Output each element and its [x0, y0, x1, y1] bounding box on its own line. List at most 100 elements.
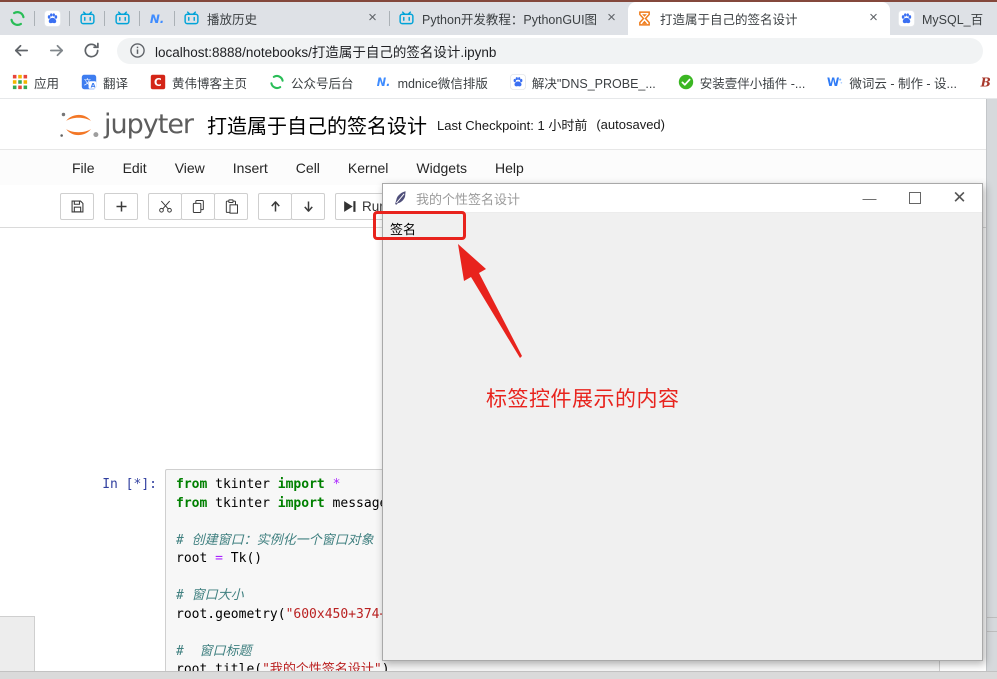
save-icon	[70, 199, 85, 214]
minimize-icon[interactable]: —	[847, 184, 892, 212]
code-token	[325, 477, 333, 492]
code-token: from	[176, 496, 207, 511]
jupyter-menubar: FileEditViewInsertCellKernelWidgetsHelp	[0, 149, 997, 185]
bilibili-tv-icon	[398, 10, 415, 27]
scrollbar-tick	[987, 617, 997, 618]
add-cell-button[interactable]	[104, 193, 138, 220]
forward-icon[interactable]	[47, 41, 66, 60]
code-token: # 窗口大小	[176, 588, 244, 603]
browser-tab[interactable]: MySQL_百	[890, 2, 997, 35]
jupyter-wordmark: jupyter	[104, 109, 193, 140]
svg-text:N.: N.	[149, 12, 163, 26]
code-token: import	[278, 496, 325, 511]
menu-file[interactable]: File	[58, 150, 109, 186]
menu-cell[interactable]: Cell	[282, 150, 334, 186]
code-token: import	[278, 477, 325, 492]
tab-title: MySQL_百	[922, 9, 989, 28]
annotation-arrow	[435, 235, 530, 365]
menu-view[interactable]: View	[161, 150, 219, 186]
browser-tab[interactable]: N.	[140, 2, 174, 35]
move-cell-down-button[interactable]	[291, 193, 325, 220]
browser-tab[interactable]	[35, 2, 69, 35]
menu-edit[interactable]: Edit	[109, 150, 161, 186]
tab-title: 打造属于自己的签名设计	[660, 9, 858, 28]
browser-tab-bar: N.播放历史×Python开发教程：PythonGUI图×打造属于自己的签名设计…	[0, 2, 997, 35]
run-icon	[342, 199, 357, 214]
browser-tab[interactable]: 播放历史×	[175, 2, 389, 35]
code-token: root.geometry(	[176, 607, 286, 622]
move-up-icon	[268, 199, 283, 214]
menu-help[interactable]: Help	[481, 150, 538, 186]
code-token: =	[215, 551, 223, 566]
copy-cell-button[interactable]	[181, 193, 215, 220]
toolbar-group	[104, 193, 138, 220]
add-cell-icon	[114, 199, 129, 214]
notebook-title[interactable]: 打造属于自己的签名设计	[207, 110, 427, 139]
save-button[interactable]	[60, 193, 94, 220]
move-cell-up-button[interactable]	[258, 193, 292, 220]
back-icon[interactable]	[12, 41, 31, 60]
tab-title: Python开发教程：PythonGUI图	[422, 9, 596, 28]
jupyter-logo[interactable]: jupyter	[58, 109, 193, 140]
browser-tab-active[interactable]: 打造属于自己的签名设计 ×	[628, 2, 890, 35]
scrollbar-tick	[987, 631, 997, 632]
page-info-icon[interactable]	[129, 42, 146, 59]
bookmark-label: 翻译	[103, 73, 128, 92]
bookmark-item[interactable]: 文A 翻译	[81, 73, 128, 92]
bookmark-label: 微词云 - 制作 - 设...	[849, 73, 957, 92]
translate-icon: 文A	[81, 74, 97, 90]
code-token: "600x450+374+	[286, 607, 388, 622]
svg-text:C: C	[154, 77, 162, 89]
browser-tab[interactable]	[105, 2, 139, 35]
bookmark-label: 应用	[34, 73, 59, 92]
bookmark-item[interactable]: 公众号后台	[269, 73, 354, 92]
autosaved-text: (autosaved)	[596, 117, 665, 132]
svg-text:A: A	[91, 81, 96, 89]
tkinter-window-controls: — ✕	[847, 184, 982, 212]
bookmark-item[interactable]: 安装壹伴小插件 -...	[678, 73, 806, 92]
apps-grid-icon	[12, 74, 28, 90]
browser-tab[interactable]	[0, 2, 34, 35]
tab-close-icon[interactable]: ×	[364, 10, 381, 27]
baidu-paw-icon	[898, 10, 915, 27]
jupyter-header: jupyter 打造属于自己的签名设计 Last Checkpoint: 1 小…	[0, 100, 997, 149]
browser-tab[interactable]: Python开发教程：PythonGUI图 ×	[390, 2, 628, 35]
bookmark-item[interactable]: C 黄伟博客主页	[150, 73, 247, 92]
reload-icon[interactable]	[82, 41, 101, 60]
browser-tab[interactable]	[70, 2, 104, 35]
menu-widgets[interactable]: Widgets	[402, 150, 481, 186]
bookmark-item[interactable]: 应用	[12, 73, 59, 92]
tab-divider	[139, 11, 140, 26]
bookmark-label: 安装壹伴小插件 -...	[700, 73, 806, 92]
tab-divider	[174, 11, 175, 26]
tab-divider	[34, 11, 35, 26]
baidu-paw-icon	[510, 74, 526, 90]
tk-feather-icon	[392, 190, 409, 207]
screen: N.播放历史×Python开发教程：PythonGUI图×打造属于自己的签名设计…	[0, 0, 997, 679]
green-check-icon	[678, 74, 694, 90]
maximize-icon[interactable]	[892, 184, 937, 212]
paste-cell-button[interactable]	[214, 193, 248, 220]
hourglass-icon	[636, 10, 653, 27]
bookmark-item[interactable]: 解决"DNS_PROBE_...	[510, 73, 656, 92]
svg-text:W: W	[827, 76, 839, 89]
cut-cell-button[interactable]	[148, 193, 182, 220]
bilibili-tv-icon	[114, 10, 131, 27]
tab-close-icon[interactable]: ×	[603, 10, 620, 27]
close-icon[interactable]: ✕	[937, 184, 982, 212]
url-field[interactable]: localhost:8888/notebooks/打造属于自己的签名设计.ipy…	[117, 38, 983, 64]
tab-close-icon[interactable]: ×	[865, 10, 882, 27]
bookmark-item[interactable]: N.mdnice微信排版	[376, 73, 488, 92]
menu-insert[interactable]: Insert	[219, 150, 282, 186]
menu-kernel[interactable]: Kernel	[334, 150, 402, 186]
copy-icon	[191, 199, 206, 214]
bookmark-label: mdnice微信排版	[398, 73, 488, 92]
bookmark-label: 黄伟博客主页	[172, 73, 247, 92]
toolbar-group	[258, 193, 325, 220]
bookmarks-bar: 应用 文A 翻译 C 黄伟博客主页 公众号后台 N.mdnice微信排版 解决"DNS_PRO…	[0, 66, 997, 99]
bookmark-item[interactable]: W 微词云 - 制作 - 设...	[827, 73, 957, 92]
vertical-scrollbar[interactable]	[986, 99, 997, 671]
annotation-text: 标签控件展示的内容	[486, 383, 680, 413]
bookmark-item[interactable]: BWin...	[979, 74, 997, 90]
tkinter-title-bar[interactable]: 我的个性签名设计 — ✕	[383, 184, 982, 213]
